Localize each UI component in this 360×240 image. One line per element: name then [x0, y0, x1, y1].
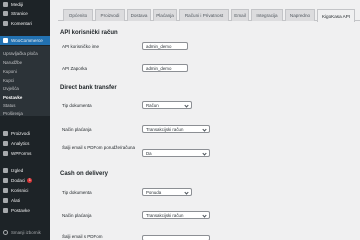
api-username-input[interactable]: admin_demo: [142, 42, 188, 50]
appearance-icon: [3, 168, 8, 173]
api-account-heading: API korisnički račun: [60, 30, 118, 36]
cash-delivery-payment-label: Način plaćanja: [62, 213, 92, 218]
sidebar-item-appearance[interactable]: Izgled: [0, 166, 50, 175]
collapse-menu-button[interactable]: Smanji izbornik: [0, 228, 50, 237]
submenu-status[interactable]: Status: [3, 101, 15, 109]
sidebar-item-tools[interactable]: Alati: [0, 196, 50, 205]
chevron-down-icon: [202, 126, 207, 132]
cash-delivery-payment-select[interactable]: Transakcijski račun: [142, 211, 210, 219]
direct-bank-doc-type-label: Tip dokumenta: [62, 103, 92, 108]
cash-delivery-heading: Cash on delivery: [60, 171, 109, 177]
update-count-badge: 1: [27, 178, 33, 183]
submenu-settings[interactable]: Postavke: [3, 93, 22, 101]
products-icon: [3, 131, 8, 136]
tab-email[interactable]: Email: [231, 9, 249, 21]
tab-integration[interactable]: Integracija: [251, 9, 283, 21]
chevron-down-icon: [202, 150, 207, 156]
sidebar-item-plugins[interactable]: Dodaci 1: [0, 176, 50, 185]
plugins-icon: [3, 178, 8, 183]
sidebar-item-woocommerce[interactable]: WooCommerce: [0, 36, 50, 45]
direct-bank-send-email-select[interactable]: Da: [142, 149, 210, 157]
direct-bank-doc-type-select[interactable]: Račun: [142, 101, 192, 109]
submenu-orders[interactable]: Narudžbe: [3, 58, 22, 66]
cash-delivery-doc-type-label: Tip dokumenta: [62, 190, 92, 195]
direct-bank-send-email-label: Šalji email s PDFom porudže/računa: [62, 145, 136, 150]
chevron-down-icon: [184, 189, 189, 195]
sidebar-item-analytics[interactable]: Analytics: [0, 139, 50, 148]
submenu-reports[interactable]: Izvješća: [3, 84, 19, 92]
cash-delivery-send-email-select[interactable]: [142, 235, 210, 240]
woocommerce-icon: [3, 38, 8, 43]
sidebar-item-media[interactable]: Mediji: [0, 0, 50, 9]
tab-accounts-privacy[interactable]: Računi i Privatnost: [179, 9, 229, 21]
sidebar-item-products[interactable]: Proizvodi: [0, 129, 50, 138]
sidebar-item-comments[interactable]: Komentari: [0, 19, 50, 28]
collapse-icon: [3, 230, 8, 235]
sidebar-item-wpforms[interactable]: WPForms: [0, 149, 50, 158]
analytics-icon: [3, 141, 8, 146]
direct-bank-heading: Direct bank transfer: [60, 85, 117, 91]
sidebar-item-pages[interactable]: Stranice: [0, 9, 50, 18]
direct-bank-payment-label: Način plaćanja: [62, 127, 92, 132]
chevron-down-icon: [202, 212, 207, 218]
settings-icon: [3, 208, 8, 213]
media-icon: [3, 2, 8, 7]
tools-icon: [3, 198, 8, 203]
settings-tabs: Općenito Proizvodi Dostava Plaćanja Raču…: [58, 9, 360, 22]
api-password-label: API Zaporka: [62, 66, 88, 71]
woocommerce-submenu: Upravljačka ploča Narudžbe Kuponi Kupci …: [0, 46, 50, 116]
submenu-coupons[interactable]: Kuponi: [3, 67, 17, 75]
api-username-label: API korisničko ime: [62, 44, 100, 49]
submenu-extensions[interactable]: Proširenja: [3, 109, 23, 117]
comments-icon: [3, 21, 8, 26]
tab-payments[interactable]: Plaćanja: [153, 9, 177, 21]
api-password-input[interactable]: admin_demo: [142, 64, 188, 72]
sidebar-item-settings[interactable]: Postavke: [0, 206, 50, 215]
tab-general[interactable]: Općenito: [63, 9, 93, 21]
users-icon: [3, 188, 8, 193]
tab-advanced[interactable]: Napredno: [285, 9, 315, 21]
sidebar-item-users[interactable]: Korisnici: [0, 186, 50, 195]
tab-products[interactable]: Proizvodi: [95, 9, 125, 21]
tab-kigokasa-api[interactable]: KigoKasa API: [317, 9, 355, 22]
wpforms-icon: [3, 151, 8, 156]
chevron-down-icon: [184, 102, 189, 108]
cash-delivery-doc-type-select[interactable]: Ponuda: [142, 188, 192, 196]
admin-sidebar: Mediji Stranice Komentari WooCommerce Up…: [0, 0, 50, 240]
tab-shipping[interactable]: Dostava: [127, 9, 151, 21]
submenu-customers[interactable]: Kupci: [3, 76, 14, 84]
cash-delivery-send-email-label: Šalji email s PDFom: [62, 234, 103, 239]
direct-bank-payment-select[interactable]: Transakcijski račun: [142, 125, 210, 133]
pages-icon: [3, 11, 8, 16]
submenu-dashboard[interactable]: Upravljačka ploča: [3, 49, 38, 57]
